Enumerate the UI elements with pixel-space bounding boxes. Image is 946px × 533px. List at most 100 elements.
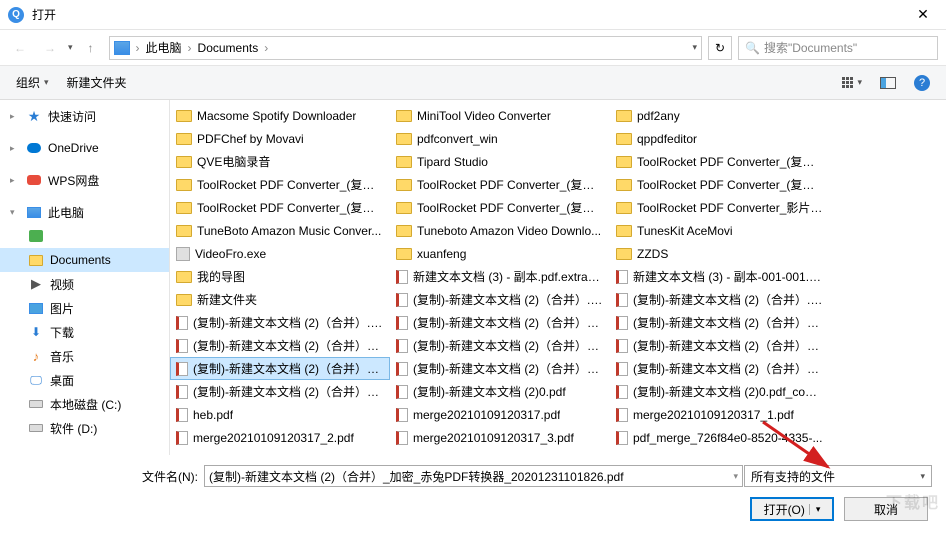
file-item[interactable]: merge20210109120317_2.pdf [170, 426, 390, 449]
preview-pane-button[interactable] [880, 77, 896, 89]
folder-icon [176, 179, 192, 191]
file-item[interactable]: ToolRocket PDF Converter_(复制)... [610, 173, 830, 196]
file-item[interactable]: (复制)-新建文本文档 (2)（合并）_1... [390, 311, 610, 334]
file-item[interactable]: ZZDS [610, 242, 830, 265]
nav-history[interactable]: ▾ [68, 42, 73, 53]
new-folder-button[interactable]: 新建文件夹 [67, 74, 127, 91]
file-item[interactable]: ToolRocket PDF Converter_(复制)... [170, 173, 390, 196]
sidebar-item-diskd[interactable]: 软件 (D:) [0, 416, 169, 440]
file-item[interactable]: Tipard Studio [390, 150, 610, 173]
file-item[interactable]: VideoFro.exe [170, 242, 390, 265]
sidebar-item-quick[interactable]: ▸★快速访问 [0, 104, 169, 128]
file-item[interactable]: pdfconvert_win [390, 127, 610, 150]
close-button[interactable]: ✕ [908, 0, 938, 30]
file-item[interactable]: (复制)-新建文本文档 (2)（合并）_加... [390, 357, 610, 380]
file-item[interactable]: ToolRocket PDF Converter_(复制)... [390, 196, 610, 219]
file-item[interactable]: ToolRocket PDF Converter_(复制)... [170, 196, 390, 219]
chevron-down-icon: ▾ [809, 504, 821, 515]
file-label: (复制)-新建文本文档 (2)0.pdf [413, 383, 566, 400]
file-item[interactable]: 新建文件夹 [170, 288, 390, 311]
sidebar-item-desktop[interactable]: 🖵桌面 [0, 368, 169, 392]
sidebar-item-downloads[interactable]: ⬇下载 [0, 320, 169, 344]
nav-forward[interactable]: → [38, 36, 62, 60]
file-item[interactable]: (复制)-新建文本文档 (2)0.pdf_com... [610, 380, 830, 403]
filename-label: 文件名(N): [134, 468, 198, 485]
disk-icon [28, 397, 44, 411]
sidebar-item-wps[interactable]: ▸WPS网盘 [0, 168, 169, 192]
file-item[interactable]: MiniTool Video Converter [390, 104, 610, 127]
file-item[interactable]: merge20210109120317_3.pdf [390, 426, 610, 449]
file-item[interactable]: (复制)-新建文本文档 (2)（合并）_加... [170, 334, 390, 357]
sidebar-label: 软件 (D:) [50, 420, 97, 437]
file-label: ToolRocket PDF Converter_(复制)... [637, 176, 824, 193]
sidebar-item-pictures[interactable]: 图片 [0, 296, 169, 320]
filetype-select[interactable]: 所有支持的文件 ▾ [744, 465, 932, 487]
sidebar-label: OneDrive [48, 141, 99, 155]
file-label: ToolRocket PDF Converter_(复制)... [417, 176, 604, 193]
help-button[interactable]: ? [914, 75, 930, 91]
file-item[interactable]: pdf_merge_726f84e0-8520-4335-... [610, 426, 830, 449]
sidebar-item-video[interactable]: ▶视频 [0, 272, 169, 296]
file-item[interactable]: merge20210109120317.pdf [390, 403, 610, 426]
file-item[interactable]: (复制)-新建文本文档 (2)（合并）_加... [390, 334, 610, 357]
open-button[interactable]: 打开(O) ▾ [750, 497, 834, 521]
nav-up[interactable]: ↑ [79, 36, 103, 60]
organize-menu[interactable]: 组织 ▾ [16, 74, 49, 91]
sidebar-item-thispc[interactable]: ▾此电脑 [0, 200, 169, 224]
sidebar-label: 视频 [50, 276, 74, 293]
pc-icon [26, 205, 42, 219]
file-item[interactable]: Tuneboto Amazon Video Downlo... [390, 219, 610, 242]
file-item[interactable]: TunesKit AceMovi [610, 219, 830, 242]
file-item[interactable]: merge20210109120317_1.pdf [610, 403, 830, 426]
filename-input[interactable] [204, 465, 743, 487]
file-item[interactable]: (复制)-新建文本文档 (2)（合并）.pdf [390, 288, 610, 311]
sidebar-item-diskc[interactable]: 本地磁盘 (C:) [0, 392, 169, 416]
pdf-icon [396, 270, 408, 284]
refresh-button[interactable]: ↻ [708, 36, 732, 60]
folder-icon [176, 294, 192, 306]
file-item[interactable]: (复制)-新建文本文档 (2)（合并）_已... [610, 357, 830, 380]
file-item[interactable]: qppdfeditor [610, 127, 830, 150]
nav-back[interactable]: ← [8, 36, 32, 60]
breadcrumb-seg1[interactable]: 此电脑 [146, 39, 182, 56]
file-item[interactable]: Macsome Spotify Downloader [170, 104, 390, 127]
file-item[interactable]: (复制)-新建文本文档 (2)（合并）.p... [170, 311, 390, 334]
sidebar-item-onedrive[interactable]: ▸OneDrive [0, 136, 169, 160]
file-label: ToolRocket PDF Converter_影片_s... [637, 199, 824, 216]
pdf-icon [396, 339, 408, 353]
file-item[interactable]: ToolRocket PDF Converter_影片_s... [610, 196, 830, 219]
file-item[interactable]: xuanfeng [390, 242, 610, 265]
file-label: (复制)-新建文本文档 (2)（合并）_c... [633, 314, 824, 331]
file-item[interactable]: (复制)-新建文本文档 (2)（合并）.p... [610, 288, 830, 311]
breadcrumb-seg2[interactable]: Documents [198, 41, 259, 55]
file-item[interactable]: 新建文本文档 (3) - 副本-001-001.p... [610, 265, 830, 288]
address-bar[interactable]: › 此电脑 › Documents › ▾ [109, 36, 702, 60]
file-label: 新建文本文档 (3) - 副本.pdf.extract... [413, 268, 604, 285]
file-item[interactable]: ToolRocket PDF Converter_(复制)... [610, 150, 830, 173]
breadcrumb-sep: › [136, 41, 140, 55]
file-label: (复制)-新建文本文档 (2)（合并）_加... [193, 337, 384, 354]
file-item[interactable]: (复制)-新建文本文档 (2)（合并）_已... [170, 380, 390, 403]
search-input[interactable]: 🔍 搜索"Documents" [738, 36, 938, 60]
pdf-icon [396, 293, 408, 307]
file-item[interactable]: heb.pdf [170, 403, 390, 426]
file-item[interactable]: 我的导图 [170, 265, 390, 288]
file-item[interactable]: (复制)-新建文本文档 (2)0.pdf [390, 380, 610, 403]
file-item[interactable]: (复制)-新建文本文档 (2)（合并）_加... [610, 334, 830, 357]
file-item[interactable]: QVE电脑录音 [170, 150, 390, 173]
sidebar-item-green[interactable] [0, 224, 169, 248]
folder-icon [176, 156, 192, 168]
sidebar-item-music[interactable]: ♪音乐 [0, 344, 169, 368]
file-item[interactable]: (复制)-新建文本文档 (2)（合并）_加... [170, 357, 390, 380]
file-item[interactable]: (复制)-新建文本文档 (2)（合并）_c... [610, 311, 830, 334]
sidebar-item-documents[interactable]: Documents [0, 248, 169, 272]
folder-icon [176, 225, 192, 237]
view-mode-button[interactable]: ▾ [842, 77, 862, 88]
address-dropdown[interactable]: ▾ [692, 42, 697, 53]
file-item[interactable]: 新建文本文档 (3) - 副本.pdf.extract... [390, 265, 610, 288]
file-item[interactable]: ToolRocket PDF Converter_(复制)... [390, 173, 610, 196]
file-item[interactable]: PDFChef by Movavi [170, 127, 390, 150]
file-label: pdf_merge_726f84e0-8520-4335-... [633, 431, 822, 445]
file-item[interactable]: pdf2any [610, 104, 830, 127]
file-item[interactable]: TuneBoto Amazon Music Conver... [170, 219, 390, 242]
